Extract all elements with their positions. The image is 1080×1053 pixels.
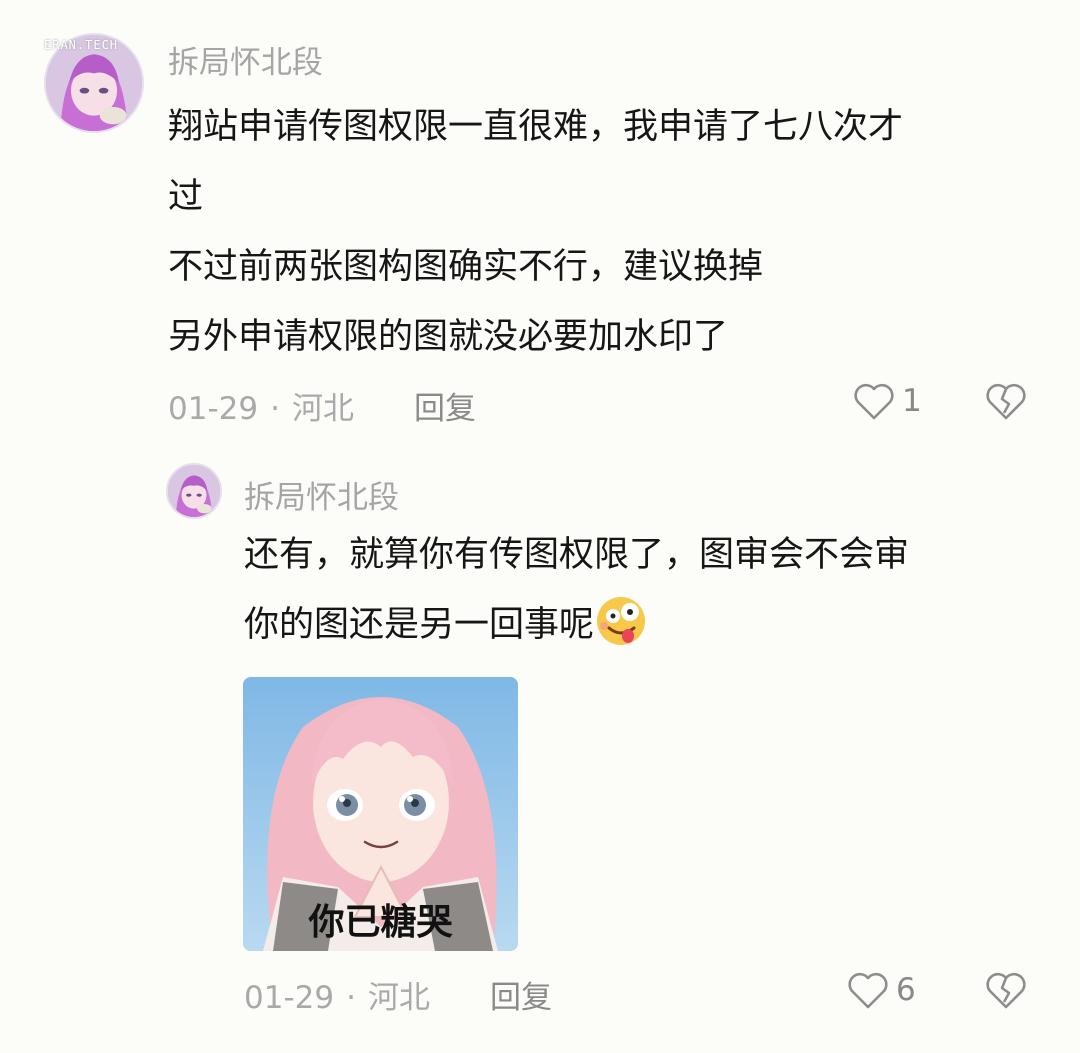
reply-button[interactable]: 回复 (414, 383, 476, 428)
like-count: 1 (902, 383, 922, 419)
comment-date: 01-29 (168, 391, 259, 427)
reply-username[interactable]: 拆局怀北段 (244, 472, 399, 517)
like-button[interactable]: 1 (852, 381, 922, 421)
broken-heart-icon (986, 383, 1026, 420)
heart-outline-icon (854, 383, 894, 420)
reply-meta: 01-29 · 河北 (244, 972, 430, 1017)
reply-dislike-button[interactable] (984, 970, 1028, 1014)
reply-like-count: 6 (896, 972, 916, 1008)
reply-avatar[interactable] (166, 463, 222, 519)
comment-text: 翔站申请传图权限一直很难，我申请了七八次才 过 不过前两张图构图确实不行，建议换… (168, 92, 903, 372)
reply-line-text: 你的图还是另一回事呢 (244, 605, 595, 645)
meta-separator: · (270, 391, 280, 427)
reply-text: 还有，就算你有传图权限了，图审会不会审 你的图还是另一回事呢 (244, 520, 909, 660)
comment-location: 河北 (291, 391, 354, 427)
reply-location: 河北 (367, 980, 430, 1016)
avatar-image (168, 465, 220, 517)
dislike-button[interactable] (984, 381, 1028, 425)
broken-heart-icon (986, 972, 1026, 1009)
username[interactable]: 拆局怀北段 (168, 37, 323, 82)
comment-meta: 01-29 · 河北 (168, 383, 354, 428)
reply-reply-button[interactable]: 回复 (490, 972, 552, 1017)
sticker-image[interactable]: 你已糖哭 (243, 677, 518, 951)
watermark: ERAN.TECH (44, 38, 119, 52)
reply-line: 还有，就算你有传图权限了，图审会不会审 (244, 535, 910, 575)
comment-line: 过 (168, 177, 204, 217)
reply-line: 你的图还是另一回事呢 (244, 590, 909, 660)
zany-face-emoji (597, 597, 646, 645)
meta-separator: · (346, 980, 356, 1016)
comment-line: 另外申请权限的图就没必要加水印了 (168, 317, 729, 357)
comment-line: 不过前两张图构图确实不行，建议换掉 (168, 247, 764, 287)
comment-line: 翔站申请传图权限一直很难，我申请了七八次才 (168, 107, 904, 147)
reply-date: 01-29 (244, 980, 335, 1016)
heart-outline-icon (848, 972, 888, 1009)
reply-like-button[interactable]: 6 (846, 970, 916, 1010)
sticker-caption: 你已糖哭 (308, 902, 453, 943)
